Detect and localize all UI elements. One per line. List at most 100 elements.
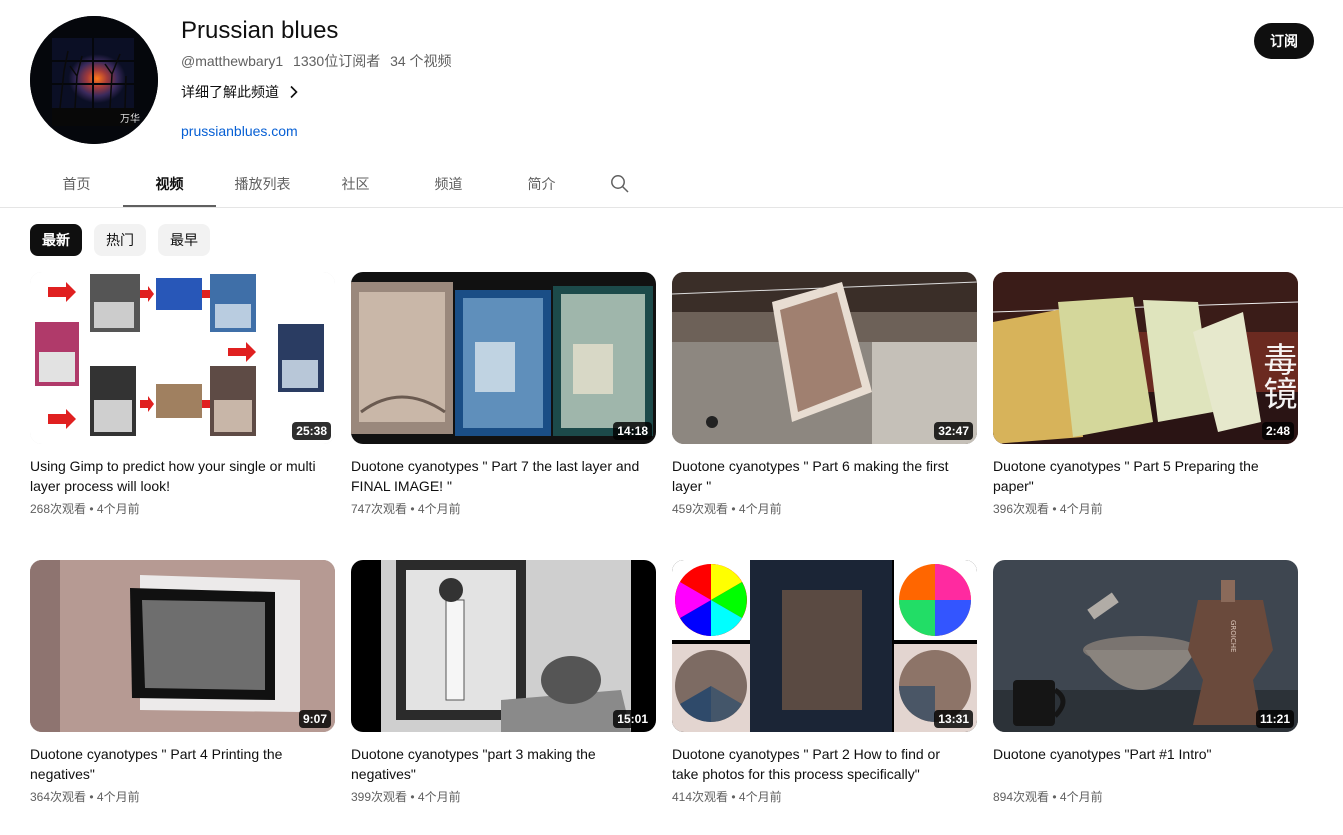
- subscribe-button[interactable]: 订阅: [1254, 23, 1314, 59]
- sort-chips: 最新 热门 最早: [30, 224, 210, 256]
- avatar-image: 万华: [30, 16, 158, 144]
- meta-separator: •: [1049, 502, 1060, 516]
- video-meta: 268次观看 • 4个月前: [30, 500, 335, 518]
- video-duration: 13:31: [934, 710, 973, 728]
- svg-text:GROICHE: GROICHE: [1229, 620, 1237, 652]
- video-duration: 14:18: [613, 422, 652, 440]
- upload-age: 4个月前: [738, 502, 782, 516]
- thumbnail-image: [993, 272, 1298, 444]
- tab-videos[interactable]: 视频: [123, 160, 216, 208]
- video-title[interactable]: Duotone cyanotypes "Part #1 Intro": [993, 744, 1298, 784]
- thumbnail-image: [351, 560, 656, 732]
- chevron-right-icon: [290, 85, 298, 99]
- chip-oldest[interactable]: 最早: [158, 224, 210, 256]
- upload-age: 4个月前: [738, 790, 782, 804]
- video-title[interactable]: Using Gimp to predict how your single or…: [30, 456, 335, 496]
- video-title[interactable]: Duotone cyanotypes " Part 4 Printing the…: [30, 744, 335, 784]
- video-thumbnail[interactable]: 9:07: [30, 560, 335, 732]
- video-duration: 9:07: [298, 710, 331, 728]
- video-title[interactable]: Duotone cyanotypes "part 3 making the ne…: [351, 744, 656, 784]
- video-card[interactable]: 15:01 Duotone cyanotypes "part 3 making …: [351, 560, 656, 832]
- chip-latest[interactable]: 最新: [30, 224, 82, 256]
- video-card[interactable]: 毒镜 2:48 Duotone cyanotypes " Part 5 Prep…: [993, 272, 1298, 544]
- video-thumbnail[interactable]: 15:01: [351, 560, 656, 732]
- video-thumbnail[interactable]: GROICHE 11:21: [993, 560, 1298, 732]
- tab-about[interactable]: 简介: [495, 160, 588, 208]
- video-meta: 396次观看 • 4个月前: [993, 500, 1298, 518]
- video-grid: 25:38 Using Gimp to predict how your sin…: [30, 272, 1298, 832]
- tab-channels[interactable]: 频道: [402, 160, 495, 208]
- video-meta: 459次观看 • 4个月前: [672, 500, 977, 518]
- video-thumbnail[interactable]: 毒镜 2:48: [993, 272, 1298, 444]
- thumbnail-image: [351, 272, 656, 444]
- upload-age: 4个月前: [1059, 790, 1103, 804]
- video-title[interactable]: Duotone cyanotypes " Part 6 making the f…: [672, 456, 977, 496]
- channel-name: Prussian blues: [181, 17, 339, 44]
- thumbnail-image: GROICHE: [993, 560, 1298, 732]
- video-duration: 32:47: [934, 422, 973, 440]
- video-card[interactable]: 32:47 Duotone cyanotypes " Part 6 making…: [672, 272, 977, 544]
- channel-avatar[interactable]: 万华: [30, 16, 158, 144]
- view-count: 364次观看: [30, 790, 87, 804]
- tabs-divider: [0, 207, 1343, 208]
- upload-age: 4个月前: [417, 502, 461, 516]
- video-thumbnail[interactable]: 14:18: [351, 272, 656, 444]
- video-duration: 11:21: [1255, 710, 1294, 728]
- meta-separator: •: [728, 790, 739, 804]
- video-meta: 399次观看 • 4个月前: [351, 788, 656, 806]
- search-icon: [611, 175, 629, 193]
- video-card[interactable]: 14:18 Duotone cyanotypes " Part 7 the la…: [351, 272, 656, 544]
- channel-header: 万华 Prussian blues @matthewbary1 1330位订阅者…: [0, 0, 1343, 160]
- video-title[interactable]: Duotone cyanotypes " Part 2 How to find …: [672, 744, 977, 784]
- video-thumbnail[interactable]: 25:38: [30, 272, 335, 444]
- upload-age: 4个月前: [96, 790, 140, 804]
- channel-website-link[interactable]: prussianblues.com: [181, 122, 298, 140]
- about-channel-label: 详细了解此频道: [181, 84, 279, 100]
- video-meta: 894次观看 • 4个月前: [993, 788, 1298, 806]
- channel-handle: @matthewbary1: [181, 53, 284, 69]
- video-card[interactable]: 13:31 Duotone cyanotypes " Part 2 How to…: [672, 560, 977, 832]
- video-meta: 364次观看 • 4个月前: [30, 788, 335, 806]
- upload-age: 4个月前: [96, 502, 140, 516]
- tab-community[interactable]: 社区: [309, 160, 402, 208]
- upload-age: 4个月前: [417, 790, 461, 804]
- video-card[interactable]: 9:07 Duotone cyanotypes " Part 4 Printin…: [30, 560, 335, 832]
- meta-separator: •: [86, 790, 97, 804]
- channel-tabs: 首页 视频 播放列表 社区 频道 简介: [30, 160, 644, 208]
- tab-home[interactable]: 首页: [30, 160, 123, 208]
- meta-separator: •: [1049, 790, 1060, 804]
- view-count: 396次观看: [993, 502, 1050, 516]
- video-card[interactable]: GROICHE 11:21 Duotone cyanotypes "Part #…: [993, 560, 1298, 832]
- meta-separator: •: [86, 502, 97, 516]
- video-title[interactable]: Duotone cyanotypes " Part 7 the last lay…: [351, 456, 656, 496]
- video-meta: 414次观看 • 4个月前: [672, 788, 977, 806]
- meta-separator: •: [407, 502, 418, 516]
- meta-separator: •: [407, 790, 418, 804]
- video-count: 34 个视频: [390, 53, 452, 69]
- chip-popular[interactable]: 热门: [94, 224, 146, 256]
- meta-separator: •: [728, 502, 739, 516]
- thumbnail-overlay-text: 毒镜: [1257, 342, 1297, 410]
- about-channel-link[interactable]: 详细了解此频道: [181, 82, 301, 102]
- channel-meta: @matthewbary1 1330位订阅者 34 个视频: [181, 52, 458, 70]
- video-duration: 2:48: [1261, 422, 1294, 440]
- tab-playlists[interactable]: 播放列表: [216, 160, 309, 208]
- video-thumbnail[interactable]: 13:31: [672, 560, 977, 732]
- upload-age: 4个月前: [1059, 502, 1103, 516]
- view-count: 414次观看: [672, 790, 729, 804]
- view-count: 747次观看: [351, 502, 408, 516]
- subscriber-count: 1330位订阅者: [293, 53, 381, 69]
- video-duration: 15:01: [613, 710, 652, 728]
- view-count: 894次观看: [993, 790, 1050, 804]
- view-count: 268次观看: [30, 502, 87, 516]
- view-count: 459次观看: [672, 502, 729, 516]
- thumbnail-image: [30, 272, 335, 444]
- svg-text:万华: 万华: [120, 112, 140, 125]
- video-meta: 747次观看 • 4个月前: [351, 500, 656, 518]
- video-thumbnail[interactable]: 32:47: [672, 272, 977, 444]
- thumbnail-image: [672, 272, 977, 444]
- view-count: 399次观看: [351, 790, 408, 804]
- video-card[interactable]: 25:38 Using Gimp to predict how your sin…: [30, 272, 335, 544]
- video-title[interactable]: Duotone cyanotypes " Part 5 Preparing th…: [993, 456, 1298, 496]
- channel-search-button[interactable]: [596, 160, 644, 208]
